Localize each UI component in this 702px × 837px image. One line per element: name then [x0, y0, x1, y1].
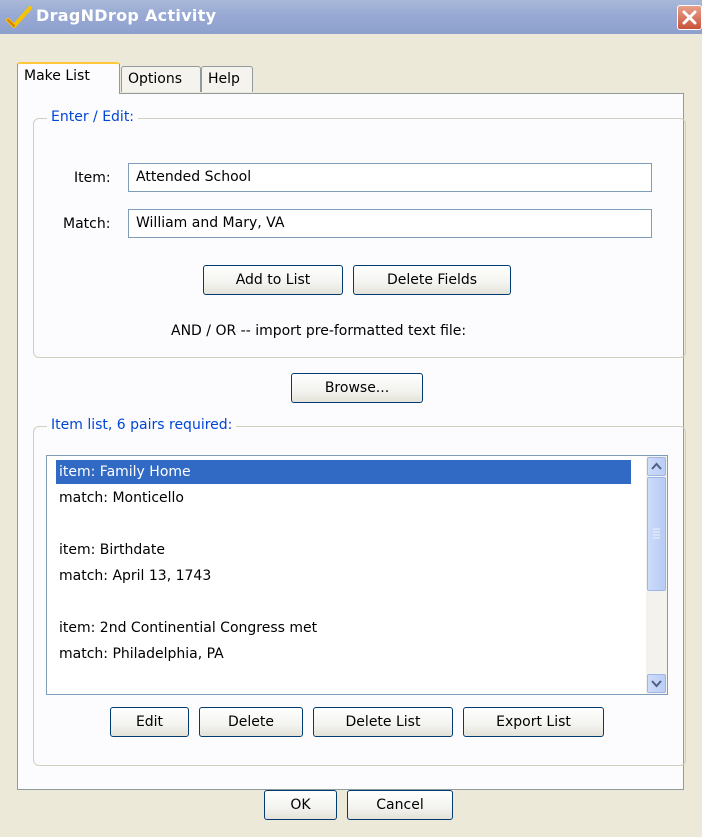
export-list-button[interactable]: Export List: [463, 707, 604, 737]
item-list-legend: Item list, 6 pairs required:: [47, 417, 237, 433]
tab-options[interactable]: Options: [121, 66, 201, 92]
chevron-down-icon: [651, 680, 662, 688]
list-item[interactable]: item: Family Home: [56, 460, 631, 484]
checkmark-icon: [6, 6, 32, 28]
import-instructions: AND / OR -- import pre-formatted text fi…: [171, 323, 467, 339]
window-title: DragNDrop Activity: [36, 6, 217, 25]
delete-list-button[interactable]: Delete List: [313, 707, 453, 737]
title-bar: DragNDrop Activity: [0, 0, 702, 34]
close-icon: [682, 10, 697, 25]
chevron-up-icon: [651, 462, 662, 470]
list-item[interactable]: match: April 13, 1743: [56, 564, 631, 588]
delete-fields-button[interactable]: Delete Fields: [353, 265, 511, 295]
item-listbox[interactable]: item: Family Home match: Monticello item…: [46, 455, 668, 695]
list-item[interactable]: [56, 590, 631, 614]
item-label: Item:: [74, 170, 111, 186]
delete-button[interactable]: Delete: [199, 707, 303, 737]
item-field[interactable]: Attended School: [128, 163, 652, 192]
ok-button[interactable]: OK: [264, 790, 337, 820]
edit-button[interactable]: Edit: [110, 707, 189, 737]
scroll-thumb[interactable]: [647, 477, 666, 591]
window-body: Make List Options Help Enter / Edit: Ite…: [0, 34, 702, 837]
scroll-up-button[interactable]: [647, 457, 666, 476]
list-item[interactable]: item: Birthdate: [56, 538, 631, 562]
list-item[interactable]: [56, 512, 631, 536]
list-scrollbar[interactable]: [646, 456, 667, 694]
browse-button[interactable]: Browse...: [291, 373, 423, 403]
grip-icon: [653, 528, 660, 539]
cancel-button[interactable]: Cancel: [347, 790, 453, 820]
enter-edit-group: [33, 118, 686, 358]
add-to-list-button[interactable]: Add to List: [203, 265, 343, 295]
scroll-down-button[interactable]: [647, 674, 666, 693]
tab-make-list[interactable]: Make List: [17, 62, 120, 94]
list-item[interactable]: match: Philadelphia, PA: [56, 642, 631, 666]
enter-edit-legend: Enter / Edit:: [47, 109, 139, 125]
tab-help[interactable]: Help: [201, 66, 253, 92]
list-item[interactable]: item: 2nd Continential Congress met: [56, 616, 631, 640]
match-field[interactable]: William and Mary, VA: [128, 209, 652, 238]
list-item[interactable]: match: Monticello: [56, 486, 631, 510]
match-label: Match:: [63, 216, 111, 232]
close-button[interactable]: [677, 5, 702, 30]
